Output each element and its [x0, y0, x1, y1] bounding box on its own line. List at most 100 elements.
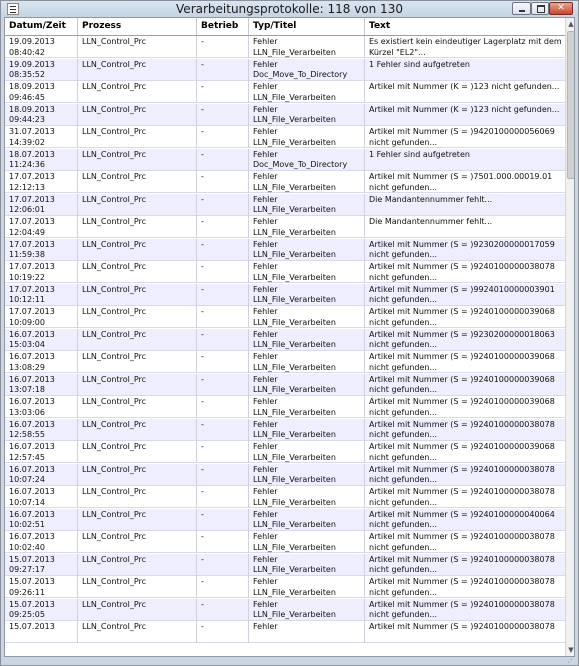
cell-operation: - [197, 463, 249, 486]
cell-process: LLN_Control_Prc [78, 261, 197, 283]
cell-type-title: Fehler LLN_File_Verarbeiten [249, 508, 365, 531]
cell-process: LLN_Control_Prc [78, 283, 197, 306]
cell-process: LLN_Control_Prc [78, 373, 197, 396]
cell-text: Artikel mit Nummer (S = )924010000003906… [369, 374, 555, 395]
table-row[interactable]: 15.07.2013 LLN_Control_Prc - Fehler Artikel … [5, 621, 566, 643]
cell-datetime: 18.09.2013 09:46:45 [5, 81, 78, 103]
cell-type-title: Fehler LLN_File_Verarbeiten [249, 598, 365, 621]
cell-operation: - [197, 396, 249, 418]
table-row[interactable]: 19.09.2013 08:35:52 LLN_Control_Prc - Fehle… [5, 58, 566, 81]
cell-operation: - [197, 598, 249, 621]
table-row[interactable]: 16.07.2013 13:03:06 LLN_Control_Prc - Fehle… [5, 396, 566, 418]
table-row[interactable]: 17.07.2013 10:12:11 LLN_Control_Prc - Fehle… [5, 283, 566, 306]
cell-text: Artikel mit Nummer (S = )942010000005606… [369, 127, 555, 147]
cell-text: Artikel mit Nummer (S = )924010000003807… [369, 554, 555, 575]
cell-type-title: Fehler LLN_File_Verarbeiten [249, 306, 365, 328]
table-row[interactable]: 17.07.2013 10:09:00 LLN_Control_Prc - Fehle… [5, 306, 566, 328]
maximize-button[interactable] [531, 2, 549, 15]
scrollbar-thumb[interactable] [567, 31, 574, 179]
cell-text: Artikel mit Nummer (S = )924010000003807… [369, 622, 555, 631]
cell-text: Artikel mit Nummer (S = )924010000003807… [369, 487, 555, 507]
table-row[interactable]: 16.07.2013 13:07:18 LLN_Control_Prc - Fehle… [5, 373, 566, 396]
cell-operation: - [197, 508, 249, 531]
table-row[interactable]: 17.07.2013 12:12:13 LLN_Control_Prc - Fehle… [5, 171, 566, 193]
cell-type-title: Fehler LLN_File_Verarbeiten [249, 576, 365, 598]
table-row[interactable]: 17.07.2013 11:59:38 LLN_Control_Prc - Fehle… [5, 238, 566, 261]
minimize-button[interactable] [512, 2, 531, 15]
column-header-operation[interactable]: Betrieb [197, 18, 249, 35]
column-header-type-title[interactable]: Typ/Titel [249, 18, 365, 35]
cell-process: LLN_Control_Prc [78, 486, 197, 508]
cell-operation: - [197, 486, 249, 508]
cell-process: LLN_Control_Prc [78, 171, 197, 193]
cell-text: Artikel mit Nummer (S = )924010000004006… [369, 509, 555, 530]
cell-datetime: 17.07.2013 10:19:22 [5, 261, 78, 283]
cell-operation: - [197, 36, 249, 58]
cell-datetime: 31.07.2013 14:39:02 [5, 126, 78, 148]
cell-operation: - [197, 283, 249, 306]
cell-type-title: Fehler LLN_File_Verarbeiten [249, 238, 365, 261]
cell-text: Artikel mit Nummer (S = )924010000003906… [369, 397, 555, 417]
table-row[interactable]: 16.07.2013 12:58:55 LLN_Control_Prc - Fehle… [5, 418, 566, 441]
table-row[interactable]: 18.07.2013 11:24:36 LLN_Control_Prc - Fehle… [5, 148, 566, 171]
cell-type-title: Fehler LLN_File_Verarbeiten [249, 171, 365, 193]
cell-process: LLN_Control_Prc [78, 531, 197, 553]
table-row[interactable]: 16.07.2013 10:02:51 LLN_Control_Prc - Fehle… [5, 508, 566, 531]
cell-text: Artikel mit Nummer (S = )924010000003807… [369, 419, 555, 440]
table-row[interactable]: 19.09.2013 08:40:42 LLN_Control_Prc - Fehle… [5, 36, 566, 58]
resize-grip-icon[interactable]: ⋰ [567, 655, 577, 664]
table-row[interactable]: 16.07.2013 12:57:45 LLN_Control_Prc - Fehle… [5, 441, 566, 463]
title-bar[interactable]: Verarbeitungsprotokolle: 118 von 130 ✕ [1, 1, 578, 17]
cell-operation: - [197, 103, 249, 126]
cell-datetime: 15.07.2013 09:26:11 [5, 576, 78, 598]
table-row[interactable]: 16.07.2013 10:02:40 LLN_Control_Prc - Fehle… [5, 531, 566, 553]
cell-operation: - [197, 261, 249, 283]
cell-process: LLN_Control_Prc [78, 238, 197, 261]
cell-type-title: Fehler LLN_File_Verarbeiten [249, 351, 365, 373]
cell-datetime: 17.07.2013 10:12:11 [5, 283, 78, 306]
cell-type-title: Fehler LLN_File_Verarbeiten [249, 418, 365, 441]
cell-process: LLN_Control_Prc [78, 148, 197, 171]
protocol-table: Datum/Zeit Prozess Betrieb Typ/Titel Tex… [4, 17, 575, 657]
cell-type-title: Fehler [249, 621, 365, 643]
table-row[interactable]: 16.07.2013 15:03:04 LLN_Control_Prc - Fehle… [5, 328, 566, 351]
cell-datetime: 19.09.2013 08:40:42 [5, 36, 78, 58]
cell-process: LLN_Control_Prc [78, 328, 197, 351]
table-row[interactable]: 15.07.2013 09:26:11 LLN_Control_Prc - Fehle… [5, 576, 566, 598]
table-row[interactable]: 17.07.2013 10:19:22 LLN_Control_Prc - Fehle… [5, 261, 566, 283]
cell-process: LLN_Control_Prc [78, 463, 197, 486]
vertical-scrollbar[interactable]: ▲ ▼ [565, 18, 574, 656]
table-row[interactable]: 17.07.2013 12:06:01 LLN_Control_Prc - Fehle… [5, 193, 566, 216]
close-button[interactable]: ✕ [549, 2, 573, 15]
cell-process: LLN_Control_Prc [78, 351, 197, 373]
cell-type-title: Fehler LLN_File_Verarbeiten [249, 396, 365, 418]
scroll-up-arrow-icon[interactable]: ▲ [566, 18, 574, 30]
column-header-text[interactable]: Text [365, 18, 566, 35]
table-row[interactable]: 15.07.2013 09:27:17 LLN_Control_Prc - Fehle… [5, 553, 566, 576]
cell-type-title: Fehler LLN_File_Verarbeiten [249, 103, 365, 126]
table-row[interactable]: 16.07.2013 13:08:29 LLN_Control_Prc - Fehle… [5, 351, 566, 373]
table-row[interactable]: 31.07.2013 14:39:02 LLN_Control_Prc - Fehle… [5, 126, 566, 148]
cell-datetime: 16.07.2013 13:08:29 [5, 351, 78, 373]
cell-process: LLN_Control_Prc [78, 193, 197, 216]
cell-type-title: Fehler Doc_Move_To_Directory [249, 148, 365, 171]
column-header-datetime[interactable]: Datum/Zeit [5, 18, 78, 35]
cell-type-title: Fehler LLN_File_Verarbeiten [249, 328, 365, 351]
table-row[interactable]: 15.07.2013 09:25:05 LLN_Control_Prc - Fehle… [5, 598, 566, 621]
cell-process: LLN_Control_Prc [78, 103, 197, 126]
cell-text: Es existiert kein eindeutiger Lagerplatz… [369, 37, 562, 57]
table-row[interactable]: 18.09.2013 09:44:23 LLN_Control_Prc - Fehle… [5, 103, 566, 126]
cell-type-title: Fehler Doc_Move_To_Directory [249, 58, 365, 81]
cell-datetime: 16.07.2013 12:57:45 [5, 441, 78, 463]
table-row[interactable]: 16.07.2013 10:07:24 LLN_Control_Prc - Fehle… [5, 463, 566, 486]
cell-operation: - [197, 531, 249, 553]
column-header-process[interactable]: Prozess [78, 18, 197, 35]
table-row[interactable]: 16.07.2013 10:07:14 LLN_Control_Prc - Fehle… [5, 486, 566, 508]
table-row[interactable]: 17.07.2013 12:04:49 LLN_Control_Prc - Fehle… [5, 216, 566, 238]
cell-operation: - [197, 621, 249, 643]
cell-text: Artikel mit Nummer (K = )123 nicht gefun… [369, 82, 560, 91]
cell-text: Die Mandantennummer fehlt... [369, 217, 493, 226]
table-row[interactable]: 18.09.2013 09:46:45 LLN_Control_Prc - Fehle… [5, 81, 566, 103]
cell-datetime: 16.07.2013 12:58:55 [5, 418, 78, 441]
cell-datetime: 16.07.2013 10:07:14 [5, 486, 78, 508]
